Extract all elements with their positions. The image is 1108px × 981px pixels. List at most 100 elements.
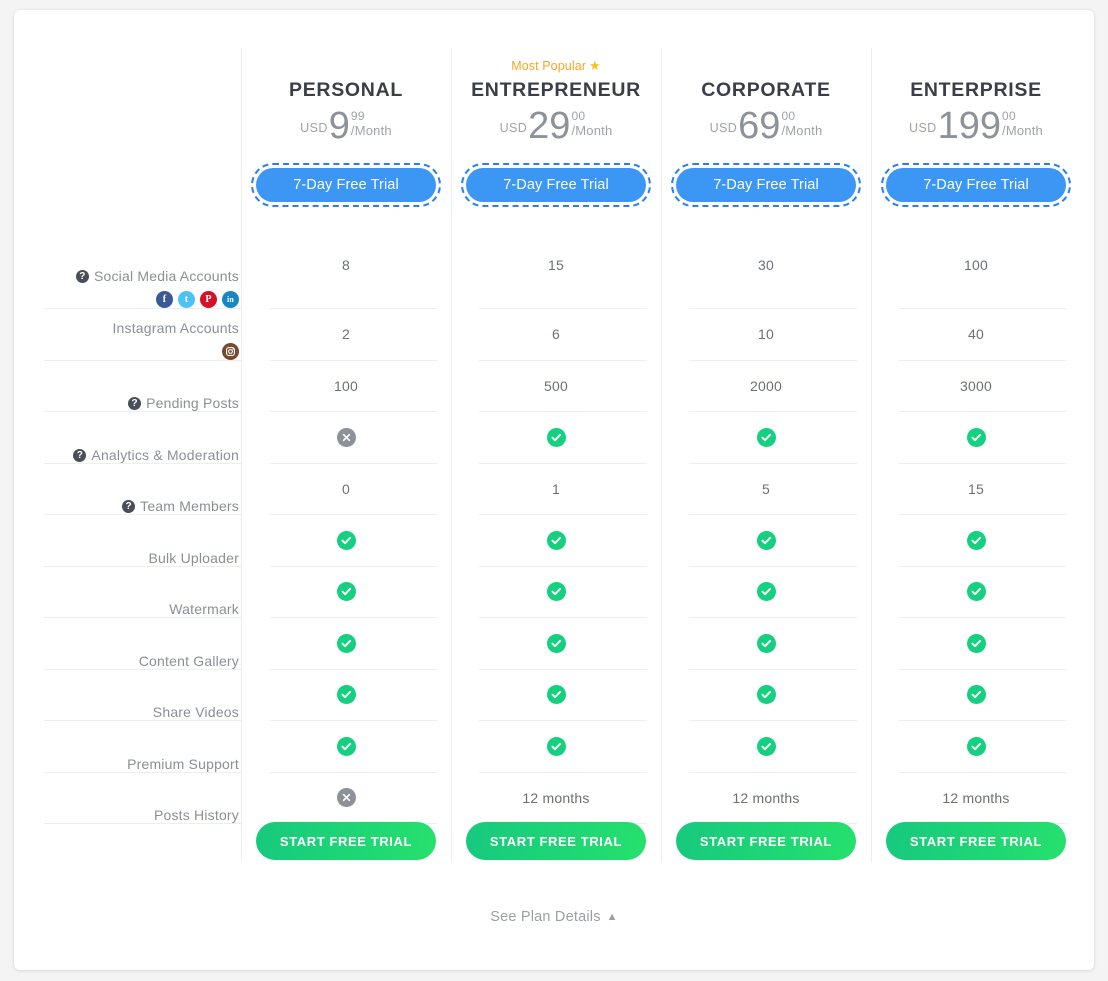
feature-value-cell xyxy=(241,617,451,669)
feature-value-text: 2000 xyxy=(750,377,782,394)
row-divider xyxy=(44,823,241,824)
plan-column-corporate: CORPORATE USD 69 00/Month 7-Day Free Trial 30… xyxy=(661,10,871,970)
chevron-up-icon: ▲ xyxy=(606,911,618,923)
check-icon xyxy=(966,530,986,550)
feature-label-text: Team Members xyxy=(140,498,239,514)
feature-value-cell xyxy=(661,720,871,772)
free-trial-button[interactable]: 7-Day Free Trial xyxy=(251,163,441,207)
plan-price: USD 29 00/Month xyxy=(451,106,661,146)
feature-value-text: 1 xyxy=(552,480,560,497)
price-currency: USD xyxy=(709,121,738,135)
check-icon xyxy=(546,427,566,447)
plan-name: ENTERPRISE xyxy=(910,79,1042,101)
feature-value-cell xyxy=(661,411,871,463)
feature-label-cell: Instagram Accounts xyxy=(30,308,241,360)
feature-label-column: ? Social Media Accounts f t Pin Instagram Acc… xyxy=(30,10,241,970)
feature-value-cell xyxy=(241,720,451,772)
plan-header: CORPORATE USD 69 00/Month 7-Day Free Trial xyxy=(661,10,871,222)
feature-label-cell: Share Videos xyxy=(30,669,241,720)
feature-value-cell xyxy=(241,566,451,617)
check-icon xyxy=(756,530,776,550)
check-icon xyxy=(966,736,986,756)
most-popular-label: Most Popular xyxy=(511,59,587,73)
feature-value-text: 15 xyxy=(548,257,564,273)
feature-value-cell: 100 xyxy=(871,222,1081,308)
start-free-trial-button[interactable]: START FREE TRIAL xyxy=(256,822,436,860)
feature-label-text: Instagram Accounts xyxy=(112,320,239,336)
price-period: /Month xyxy=(1002,123,1043,138)
feature-value-cell: 2 xyxy=(241,308,451,360)
plan-header: ENTERPRISE USD 199 00/Month 7-Day Free Trial xyxy=(871,10,1081,222)
plan-column-enterprise: ENTERPRISE USD 199 00/Month 7-Day Free Trial… xyxy=(871,10,1081,970)
feature-value-cell xyxy=(451,514,661,566)
feature-value-cell xyxy=(871,617,1081,669)
feature-value-cell xyxy=(871,411,1081,463)
feature-label-text: Pending Posts xyxy=(146,395,239,411)
feature-value-text: 12 months xyxy=(732,789,800,806)
start-free-trial-button[interactable]: START FREE TRIAL xyxy=(886,822,1066,860)
feature-value-cell: 2000 xyxy=(661,360,871,411)
see-plan-details-link[interactable]: See Plan Details ▲ xyxy=(490,909,618,925)
price-fraction: 00 xyxy=(571,109,586,123)
check-icon xyxy=(756,736,776,756)
twitter-icon: t xyxy=(178,291,195,308)
feature-label-cell: Content Gallery xyxy=(30,617,241,669)
pricing-table: ? Social Media Accounts f t Pin Instagram Acc… xyxy=(14,10,1094,970)
social-icon-row xyxy=(222,343,239,360)
help-icon[interactable]: ? xyxy=(128,396,142,410)
feature-label-cell: ? Pending Posts xyxy=(30,360,241,411)
help-icon[interactable]: ? xyxy=(75,269,89,283)
help-icon[interactable]: ? xyxy=(73,448,87,462)
feature-value-cell: 100 xyxy=(241,360,451,411)
feature-value-text: 15 xyxy=(968,480,984,497)
feature-value-text: 12 months xyxy=(522,789,590,806)
feature-value-cell: 3000 xyxy=(871,360,1081,411)
price-fraction: 00 xyxy=(1002,109,1016,123)
plan-name: PERSONAL xyxy=(289,79,403,101)
start-free-trial-button[interactable]: START FREE TRIAL xyxy=(676,822,856,860)
feature-label-cell: Bulk Uploader xyxy=(30,514,241,566)
feature-value-cell: 10 xyxy=(661,308,871,360)
check-icon xyxy=(546,685,566,704)
price-period: /Month xyxy=(350,123,392,138)
feature-value-cell: 40 xyxy=(871,308,1081,360)
free-trial-button[interactable]: 7-Day Free Trial xyxy=(881,163,1071,207)
help-icon[interactable]: ? xyxy=(122,499,136,513)
feature-label-cell: ? Analytics & Moderation xyxy=(30,411,241,463)
feature-value-text: 5 xyxy=(762,480,770,497)
feature-label-text: Posts History xyxy=(153,807,239,823)
feature-value-cell xyxy=(451,617,661,669)
feature-value-text: 10 xyxy=(758,326,774,342)
feature-label-cell: ? Social Media Accounts f t Pin xyxy=(30,222,241,308)
feature-value-cell: 6 xyxy=(451,308,661,360)
feature-value-cell: 30 xyxy=(661,222,871,308)
feature-label-text: Share Videos xyxy=(152,704,239,720)
pricing-card: ? Social Media Accounts f t Pin Instagram Acc… xyxy=(14,10,1094,970)
plan-header: Most Popular ★ ENTREPRENEUR USD 29 00/Month 7-… xyxy=(451,10,661,222)
feature-value-text: 12 months xyxy=(942,789,1010,806)
price-period: /Month xyxy=(571,123,613,138)
feature-value-cell xyxy=(661,514,871,566)
feature-label-cell: Premium Support xyxy=(30,720,241,772)
check-icon xyxy=(336,685,356,704)
free-trial-button[interactable]: 7-Day Free Trial xyxy=(461,163,651,207)
feature-label-text: Social Media Accounts xyxy=(93,268,239,284)
start-free-trial-button[interactable]: START FREE TRIAL xyxy=(466,822,646,860)
feature-value-cell: 500 xyxy=(451,360,661,411)
price-currency: USD xyxy=(499,121,528,135)
check-icon xyxy=(966,633,986,653)
feature-label-text: Watermark xyxy=(169,601,239,617)
feature-value-cell xyxy=(661,617,871,669)
feature-label-cell: Watermark xyxy=(30,566,241,617)
feature-value-cell xyxy=(241,411,451,463)
feature-label-text: Bulk Uploader xyxy=(148,550,239,566)
price-fraction: 99 xyxy=(350,109,365,123)
feature-value-cell: 1 xyxy=(451,463,661,514)
plan-header: PERSONAL USD 9 99/Month 7-Day Free Trial xyxy=(241,10,451,222)
feature-value-cell xyxy=(451,566,661,617)
free-trial-button[interactable]: 7-Day Free Trial xyxy=(671,163,861,207)
plan-price: USD 69 00/Month xyxy=(661,106,871,146)
feature-value-text: 100 xyxy=(334,377,358,394)
feature-value-cell: 15 xyxy=(451,222,661,308)
feature-label-cell: Posts History xyxy=(30,772,241,823)
